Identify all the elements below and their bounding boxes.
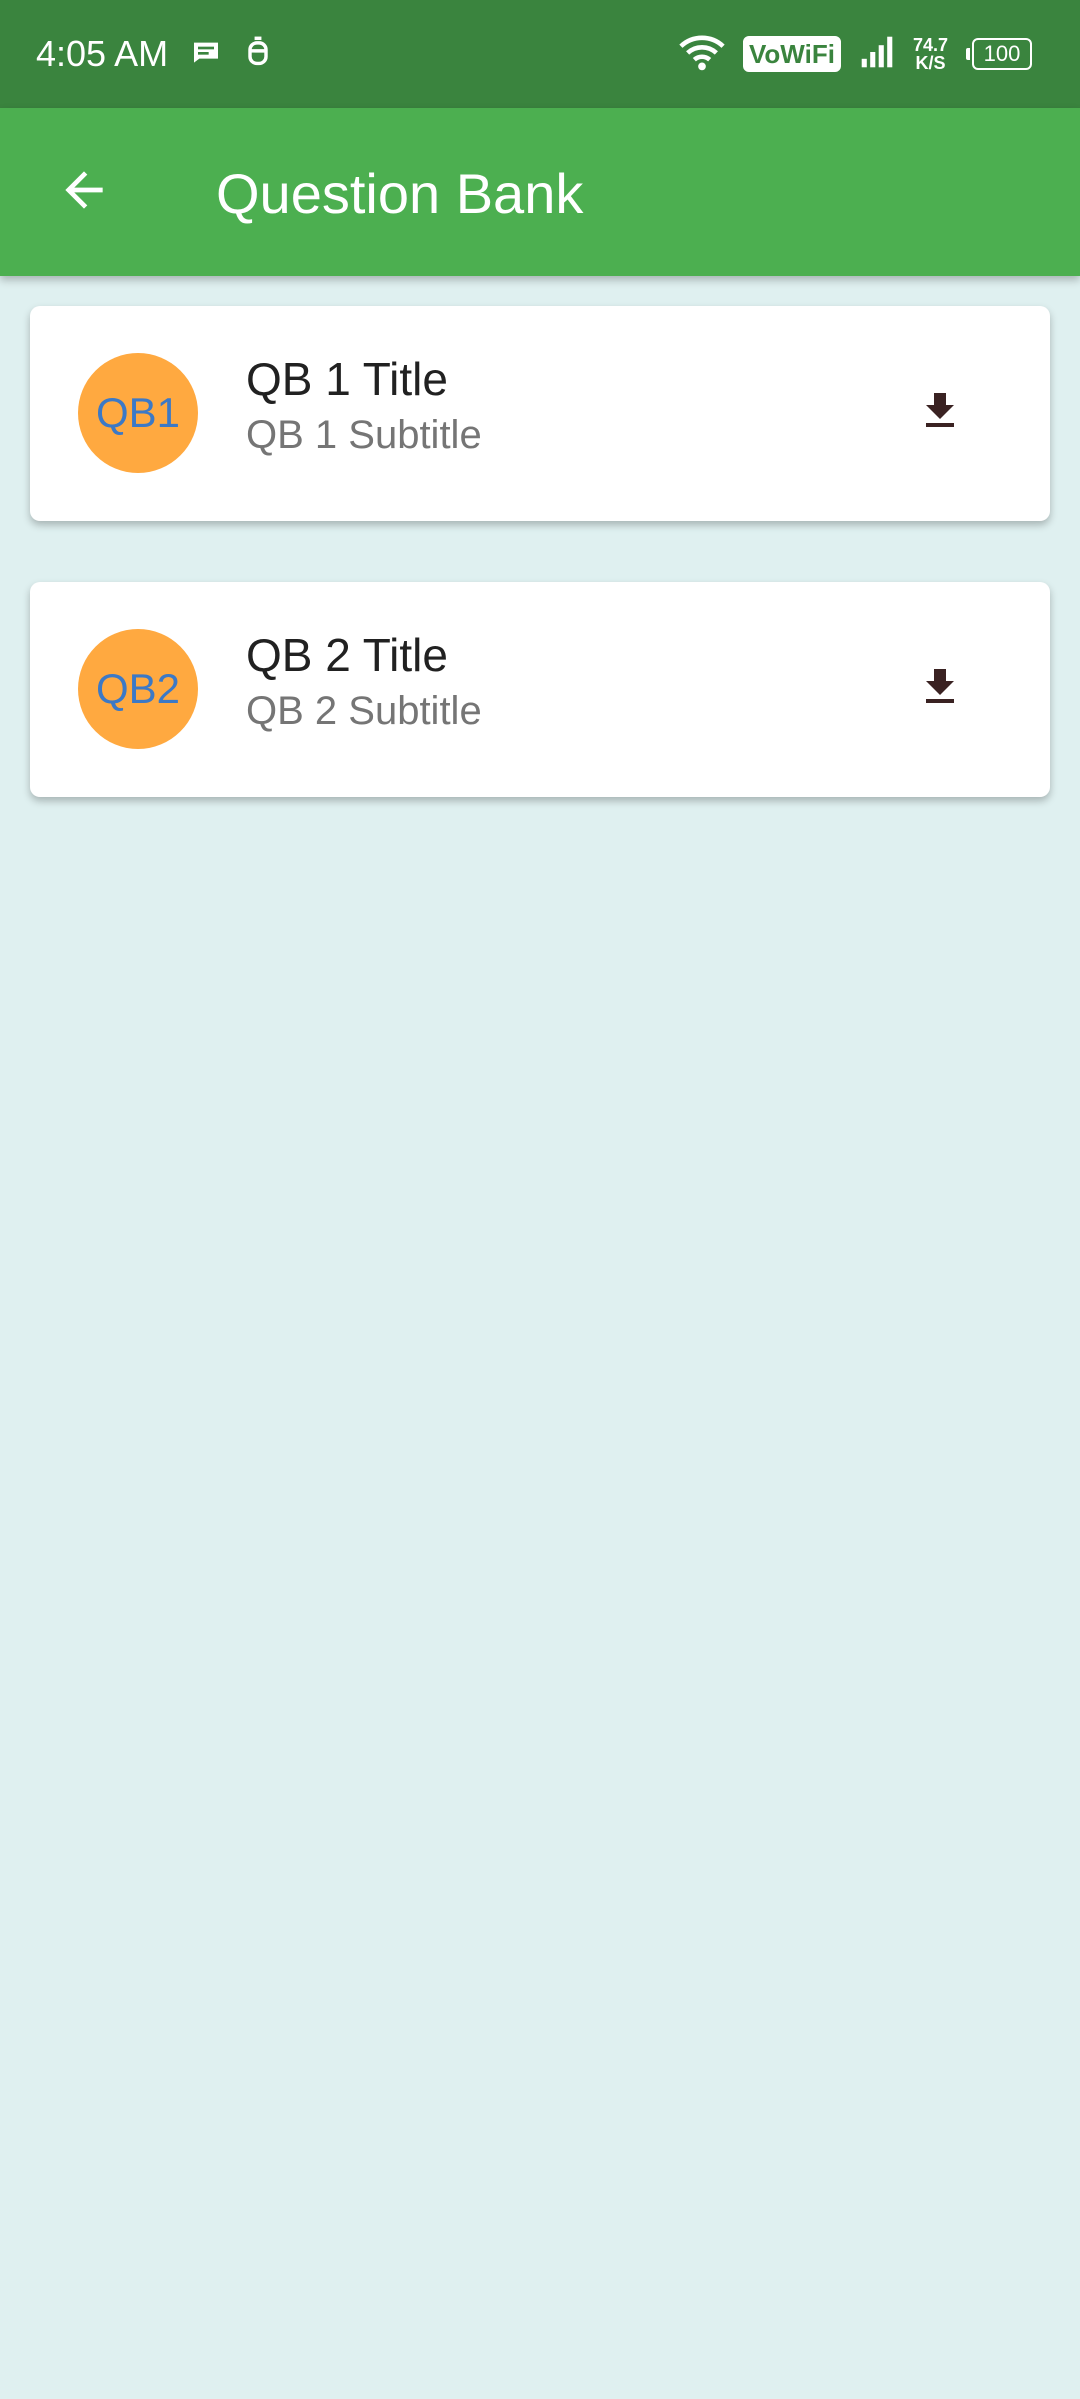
download-button[interactable] (910, 659, 970, 719)
card-title: QB 2 Title (246, 629, 448, 681)
question-bank-list: QB1 QB 1 Title QB 1 Subtitle QB2 QB 2 Ti… (30, 306, 1050, 858)
status-time: 4:05 AM (36, 33, 169, 74)
download-icon (916, 387, 964, 440)
arrow-back-icon (56, 162, 112, 223)
message-notification-icon (190, 36, 222, 73)
page-title: Question Bank (216, 162, 584, 225)
signal-icon (859, 35, 895, 74)
wifi-icon (679, 32, 725, 77)
card-subtitle: QB 1 Subtitle (246, 413, 482, 457)
speed-unit: K/S (915, 53, 946, 73)
battery-icon: 100 (966, 38, 1032, 70)
battery-tip (966, 48, 970, 60)
card-title: QB 1 Title (246, 353, 448, 405)
vowifi-badge: VoWiFi (743, 36, 841, 72)
notification-icons (190, 36, 272, 73)
speed-value: 74.7 (912, 35, 948, 55)
status-indicators: VoWiFi 74.7 K/S 100 (679, 30, 1032, 78)
app-notification-icon (244, 36, 272, 73)
status-bar: 4:05 AM VoWiFi 74.7 K/S 100 (0, 0, 1080, 108)
back-button[interactable] (44, 152, 124, 232)
avatar: QB1 (78, 353, 198, 473)
network-speed: 74.7 K/S (913, 36, 948, 72)
app-bar: Question Bank (0, 108, 1080, 276)
card-text: QB 2 Title QB 2 Subtitle (246, 626, 482, 738)
download-icon (916, 663, 964, 716)
card-text: QB 1 Title QB 1 Subtitle (246, 350, 482, 462)
battery-level: 100 (972, 38, 1032, 70)
download-button[interactable] (910, 383, 970, 443)
avatar: QB2 (78, 629, 198, 749)
card-subtitle: QB 2 Subtitle (246, 689, 482, 733)
question-bank-card[interactable]: QB2 QB 2 Title QB 2 Subtitle (30, 582, 1050, 797)
question-bank-card[interactable]: QB1 QB 1 Title QB 1 Subtitle (30, 306, 1050, 521)
